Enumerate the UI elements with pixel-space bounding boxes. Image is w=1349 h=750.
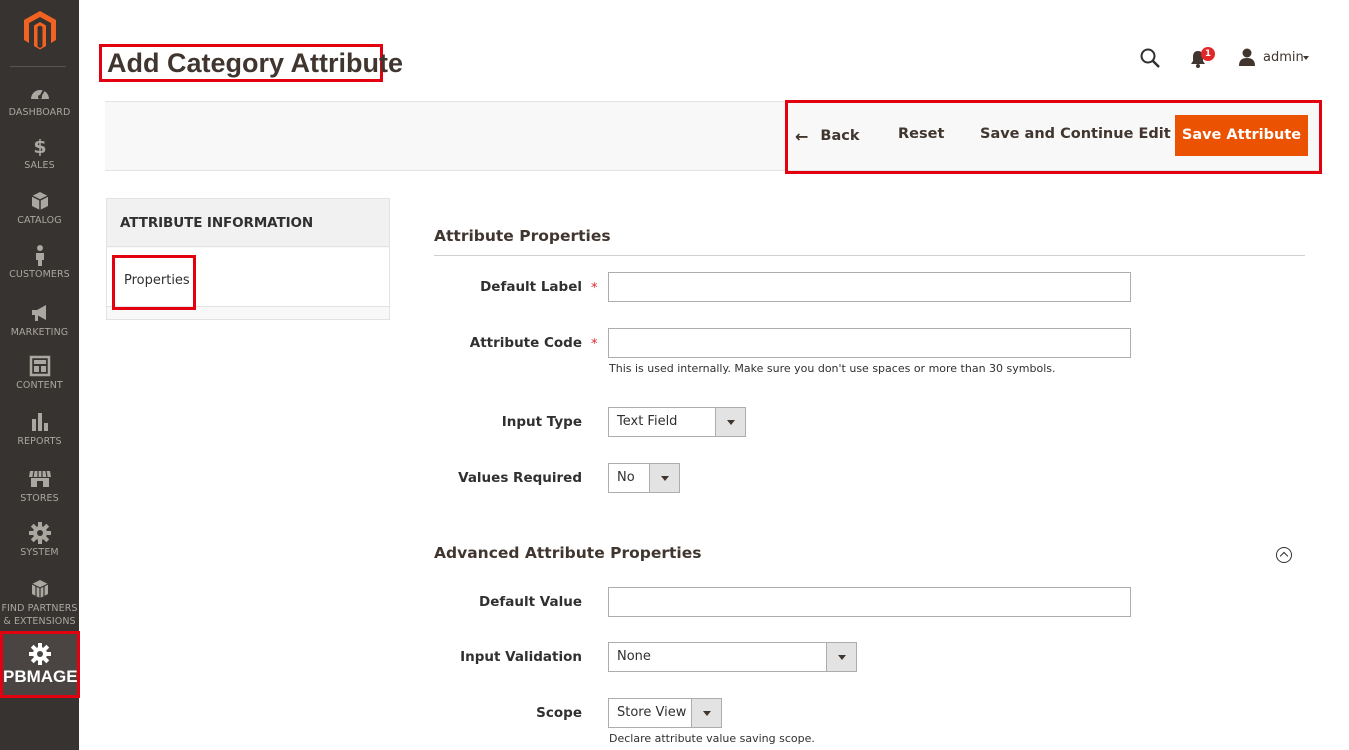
scope-note: Declare attribute value saving scope. xyxy=(609,732,815,745)
chevron-down-icon[interactable] xyxy=(691,699,721,727)
nav-dashboard-label: DASHBOARD xyxy=(8,107,71,118)
save-and-continue-button[interactable]: Save and Continue Edit xyxy=(980,126,1171,142)
default-label-input[interactable] xyxy=(608,272,1131,302)
nav-system[interactable]: SYSTEM xyxy=(0,522,79,559)
dollar-icon: $ xyxy=(33,136,46,157)
collapse-icon[interactable] xyxy=(1276,547,1292,563)
section-attribute-properties-title: Attribute Properties xyxy=(434,227,611,245)
default-label-label: Default Label xyxy=(480,279,582,295)
nav-system-label: SYSTEM xyxy=(20,547,59,558)
section-divider xyxy=(434,255,1305,256)
input-type-value: Text Field xyxy=(617,414,678,429)
chevron-down-icon[interactable] xyxy=(715,408,745,436)
page-title: Add Category Attribute xyxy=(107,48,403,78)
nav-sales-label: SALES xyxy=(24,160,55,171)
section-advanced-properties-title[interactable]: Advanced Attribute Properties xyxy=(434,544,701,562)
nav-dashboard[interactable]: DASHBOARD xyxy=(0,82,79,119)
user-icon[interactable] xyxy=(1238,48,1256,66)
dashboard-icon xyxy=(30,89,49,99)
nav-catalog-label: CATALOG xyxy=(17,215,62,226)
nav-customers[interactable]: CUSTOMERS xyxy=(0,244,79,281)
values-required-select[interactable]: No xyxy=(608,463,680,493)
logo-separator xyxy=(10,66,66,67)
search-icon[interactable] xyxy=(1140,48,1160,68)
chevron-down-icon[interactable] xyxy=(649,464,679,492)
save-attribute-button[interactable]: Save Attribute xyxy=(1175,115,1308,156)
nav-find-partners-line1: FIND PARTNERS xyxy=(1,603,78,614)
scope-label: Scope xyxy=(536,705,582,721)
values-required-label: Values Required xyxy=(458,470,582,486)
megaphone-icon xyxy=(31,305,46,321)
values-required-value: No xyxy=(617,470,635,485)
bar-chart-icon xyxy=(31,413,48,431)
attribute-code-note: This is used internally. Make sure you d… xyxy=(609,362,1056,375)
input-type-select[interactable]: Text Field xyxy=(608,407,746,437)
input-validation-value: None xyxy=(617,649,651,664)
required-asterisk: * xyxy=(591,337,598,352)
svg-text:$: $ xyxy=(33,136,46,157)
back-button-label: Back xyxy=(820,128,860,144)
nav-pbmage-label: PBMAGE xyxy=(3,667,78,686)
arrow-left-icon: ← xyxy=(795,126,809,146)
tabs-heading: ATTRIBUTE INFORMATION xyxy=(107,199,389,247)
scope-select[interactable]: Store View xyxy=(608,698,722,728)
input-validation-select[interactable]: None xyxy=(608,642,857,672)
tabs-heading-label: ATTRIBUTE INFORMATION xyxy=(120,215,314,231)
admin-sidebar: DASHBOARD $ SALES CATALOG CUSTOMERS MARK… xyxy=(0,0,80,750)
nav-find-partners[interactable]: FIND PARTNERS & EXTENSIONS xyxy=(0,578,79,628)
required-asterisk: * xyxy=(591,281,598,296)
store-icon xyxy=(28,470,51,487)
nav-customers-label: CUSTOMERS xyxy=(9,269,70,280)
nav-catalog[interactable]: CATALOG xyxy=(0,190,79,227)
box-icon xyxy=(31,192,48,210)
nav-marketing-label: MARKETING xyxy=(10,327,69,338)
gear-icon xyxy=(29,643,51,665)
nav-content-label: CONTENT xyxy=(16,380,63,391)
nav-sales[interactable]: $ SALES xyxy=(0,135,79,172)
person-icon xyxy=(35,245,44,266)
magento-logo[interactable] xyxy=(22,10,58,50)
nav-pbmage[interactable]: PBMAGE xyxy=(0,631,80,698)
nav-find-partners-label: FIND PARTNERS & EXTENSIONS xyxy=(0,602,79,628)
chevron-down-icon[interactable] xyxy=(1303,56,1309,60)
chevron-down-icon[interactable] xyxy=(826,643,856,671)
nav-reports-label: REPORTS xyxy=(17,436,62,447)
attribute-code-label: Attribute Code xyxy=(469,335,582,351)
nav-find-partners-line2: & EXTENSIONS xyxy=(3,616,76,627)
attribute-code-input[interactable] xyxy=(608,328,1131,358)
input-validation-label: Input Validation xyxy=(460,649,582,665)
reset-button[interactable]: Reset xyxy=(898,126,944,142)
cubes-icon xyxy=(31,580,48,598)
tab-properties-label[interactable]: Properties xyxy=(124,273,190,288)
default-value-input[interactable] xyxy=(608,587,1131,617)
input-type-label: Input Type xyxy=(501,414,582,430)
notification-badge[interactable]: 1 xyxy=(1201,47,1215,61)
layout-icon xyxy=(29,355,50,377)
nav-stores-label: STORES xyxy=(20,493,59,504)
default-value-label: Default Value xyxy=(479,594,582,610)
scope-value: Store View xyxy=(617,705,687,720)
page-title-highlight: Add Category Attribute xyxy=(99,44,403,82)
user-name[interactable]: admin xyxy=(1263,50,1304,65)
nav-stores[interactable]: STORES xyxy=(0,468,79,505)
gear-icon xyxy=(28,522,51,544)
nav-content[interactable]: CONTENT xyxy=(0,355,79,392)
nav-marketing[interactable]: MARKETING xyxy=(0,302,79,339)
back-button[interactable]: ← Back xyxy=(795,126,859,146)
nav-reports[interactable]: REPORTS xyxy=(0,411,79,448)
